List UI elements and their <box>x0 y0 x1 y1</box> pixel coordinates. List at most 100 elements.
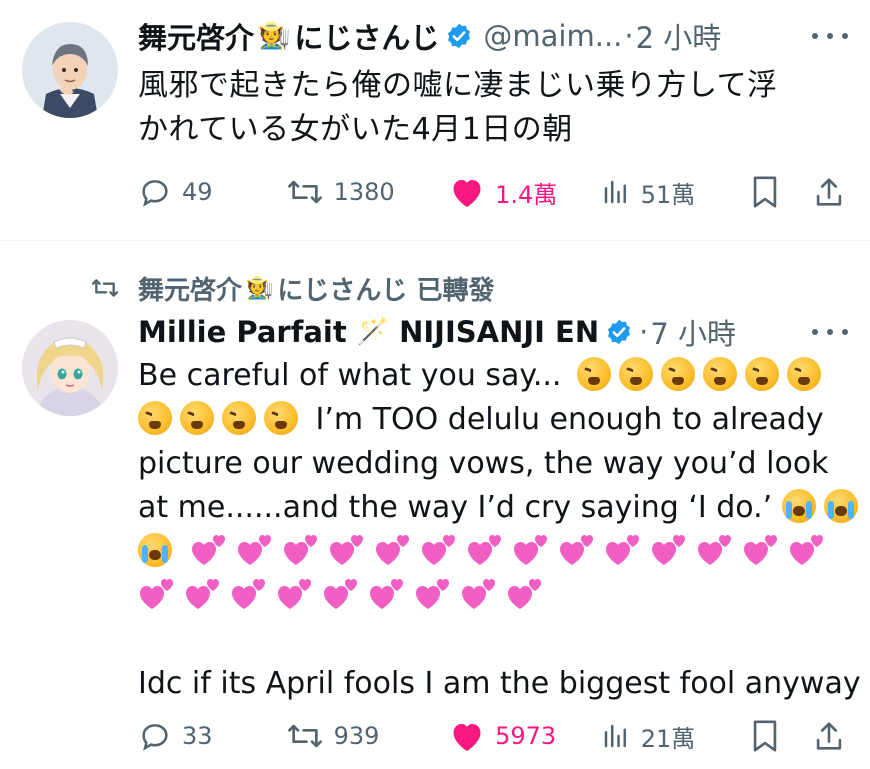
tired-face-emoji-icon <box>180 401 214 435</box>
tired-face-emoji-icon <box>264 401 298 435</box>
tweet-1-actions: 49 1380 1.4萬 51萬 <box>138 170 848 214</box>
retweet-icon <box>91 279 119 297</box>
heart-filled-icon <box>453 724 481 751</box>
verified-badge-icon <box>608 319 631 345</box>
display-name-suffix[interactable]: にじさんじ <box>294 15 439 57</box>
tired-face-emoji-icon <box>703 357 738 391</box>
tweet-2-line-1: Be careful of what you say... <box>138 354 848 398</box>
retweet-button[interactable]: 1380 <box>286 170 450 214</box>
two-hearts-emoji-icon <box>283 535 317 565</box>
tired-face-emoji-icon <box>745 357 780 391</box>
two-hearts-emoji-icon <box>370 579 403 609</box>
magic-wand-emoji-icon: 🪄 <box>356 317 390 347</box>
tired-face-emoji-icon <box>138 401 172 435</box>
like-count: 1.4萬 <box>495 180 558 209</box>
views-count: 51萬 <box>640 180 696 209</box>
two-hearts-emoji-icon <box>462 579 495 609</box>
farmer-emoji-icon: 🧑‍🌾 <box>246 275 274 301</box>
two-hearts-emoji-icon <box>416 579 449 609</box>
two-hearts-emoji-icon <box>329 535 363 565</box>
separator-dot: · <box>639 315 649 349</box>
views-button[interactable]: 21萬 <box>601 714 751 758</box>
timestamp[interactable]: 7 小時 <box>650 311 736 353</box>
tired-face-emoji-icon <box>577 357 612 391</box>
like-button[interactable]: 5973 <box>449 714 601 758</box>
two-hearts-emoji-icon <box>237 535 271 565</box>
reply-count: 49 <box>182 178 213 206</box>
verified-badge-icon <box>448 23 471 49</box>
tweet-2-line-4: at me......and the way I’d cry saying ‘I… <box>138 486 858 530</box>
two-hearts-emoji-icon <box>651 535 685 565</box>
loudly-crying-face-emoji-icon <box>781 489 816 523</box>
display-name-suffix[interactable]: NIJISANJI EN <box>399 315 599 349</box>
heart-filled-icon <box>453 180 481 207</box>
reply-icon <box>142 180 168 207</box>
two-hearts-emoji-icon <box>467 535 501 565</box>
two-hearts-emoji-icon <box>232 579 265 609</box>
tweet-2-header: Millie Parfait 🪄 NIJISANJI EN · 7 小時 <box>138 310 736 354</box>
views-button[interactable]: 51萬 <box>601 170 751 214</box>
bookmark-icon <box>754 176 777 208</box>
two-hearts-emoji-icon <box>789 535 823 565</box>
display-name[interactable]: Millie Parfait <box>138 315 347 349</box>
retweet-button[interactable]: 939 <box>286 714 450 758</box>
tired-face-emoji-icon <box>619 357 654 391</box>
tweet-1-text-line-1: 風邪で起きたら俺の嘘に凄まじい乗り方して浮 <box>138 68 778 103</box>
bookmark-button[interactable] <box>750 714 814 758</box>
share-button[interactable] <box>814 714 848 758</box>
two-hearts-emoji-icon <box>605 535 639 565</box>
bookmark-icon <box>754 720 777 752</box>
share-button[interactable] <box>814 170 848 214</box>
views-count: 21萬 <box>640 724 696 753</box>
two-hearts-emoji-icon <box>743 535 777 565</box>
tweet-2-actions: 33 939 5973 21萬 <box>138 714 848 758</box>
views-chart-icon <box>604 724 626 748</box>
separator-dot: · <box>624 19 634 53</box>
retweet-icon <box>287 180 322 204</box>
two-hearts-emoji-icon <box>421 535 455 565</box>
two-hearts-emoji-icon <box>278 579 311 609</box>
reply-icon <box>142 724 168 751</box>
tweet-2-text-line-1: Be careful of what you say... <box>138 358 562 393</box>
tweet-2-text-line-6: Idc if its April fools I am the biggest … <box>138 666 861 701</box>
two-hearts-emoji-icon <box>375 535 409 565</box>
tired-face-emoji-icon <box>222 401 256 435</box>
avatar-millie-parfait[interactable] <box>22 320 118 416</box>
two-hearts-emoji-icon <box>186 579 219 609</box>
share-icon <box>816 722 842 750</box>
more-options-icon[interactable] <box>812 322 848 342</box>
two-hearts-emoji-icon <box>508 579 541 609</box>
share-icon <box>816 178 842 206</box>
tweet-2-text-line-2: I’m TOO delulu enough to already <box>315 402 824 437</box>
tweet-2[interactable]: Millie Parfait 🪄 NIJISANJI EN · 7 小時 Be … <box>0 300 870 769</box>
retweet-count: 939 <box>333 722 380 750</box>
tweet-1-header: 舞元啓介 🧑‍🌾 にじさんじ @maim... · 2 小時 <box>138 14 721 58</box>
more-options-icon[interactable] <box>812 26 848 46</box>
display-name[interactable]: 舞元啓介 <box>138 15 254 57</box>
like-button[interactable]: 1.4萬 <box>449 170 601 214</box>
views-chart-icon <box>604 180 626 204</box>
tweet-2-text: Be careful of what you say... I’m TOO de… <box>138 354 861 706</box>
farmer-emoji-icon: 🧑‍🌾 <box>258 21 291 51</box>
heart-emoji-row <box>138 530 848 574</box>
two-hearts-emoji-icon <box>559 535 593 565</box>
bookmark-button[interactable] <box>750 170 814 214</box>
tweet-2-text-line-3: picture our wedding vows, the way you’d … <box>138 446 829 481</box>
reply-button[interactable]: 49 <box>138 170 286 214</box>
two-hearts-emoji-icon <box>513 535 547 565</box>
like-count: 5973 <box>495 722 557 750</box>
retweet-count: 1380 <box>333 178 395 206</box>
timestamp[interactable]: 2 小時 <box>636 15 722 57</box>
reply-button[interactable]: 33 <box>138 714 286 758</box>
heart-emoji-row <box>138 574 848 618</box>
tweet-2-text-line-4: at me......and the way I’d cry saying ‘I… <box>138 490 773 525</box>
avatar-maimoto[interactable] <box>22 22 118 118</box>
loudly-crying-face-emoji-icon <box>823 489 858 523</box>
two-hearts-emoji-icon <box>697 535 731 565</box>
loudly-crying-face-emoji-icon <box>138 533 172 567</box>
reply-count: 33 <box>182 722 213 750</box>
tweet-1[interactable]: 舞元啓介 🧑‍🌾 にじさんじ @maim... · 2 小時 風邪で起きたら俺の… <box>0 0 870 240</box>
handle[interactable]: @maim... <box>483 19 622 53</box>
two-hearts-emoji-icon <box>324 579 357 609</box>
two-hearts-emoji-icon <box>140 579 173 609</box>
